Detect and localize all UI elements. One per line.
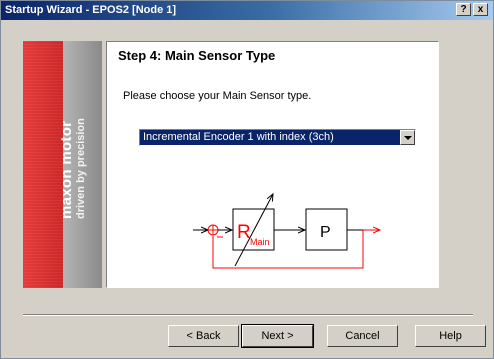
back-button[interactable]: < Back (168, 325, 239, 347)
cancel-button[interactable]: Cancel (327, 325, 398, 347)
regulator-label: R (237, 222, 251, 243)
control-loop-diagram: R Main P (193, 42, 438, 269)
help-icon[interactable]: ? (456, 3, 471, 16)
title-bar[interactable]: Startup Wizard - EPOS2 [Node 1] ? x (1, 1, 493, 20)
step-panel: Step 4: Main Sensor Type Please choose y… (106, 41, 439, 288)
startup-wizard-window: Startup Wizard - EPOS2 [Node 1] ? x maxo… (0, 0, 494, 359)
button-separator (23, 314, 473, 316)
regulator-subscript: Main (250, 237, 270, 247)
plant-label: P (320, 224, 331, 241)
brand-logo-text: maxon motor (58, 120, 75, 219)
window-title: Startup Wizard - EPOS2 [Node 1] (5, 4, 177, 16)
close-icon[interactable]: x (473, 3, 488, 16)
brand-slogan: driven by precision (75, 118, 87, 219)
next-button[interactable]: Next > (241, 324, 314, 348)
help-button[interactable]: Help (415, 325, 486, 347)
